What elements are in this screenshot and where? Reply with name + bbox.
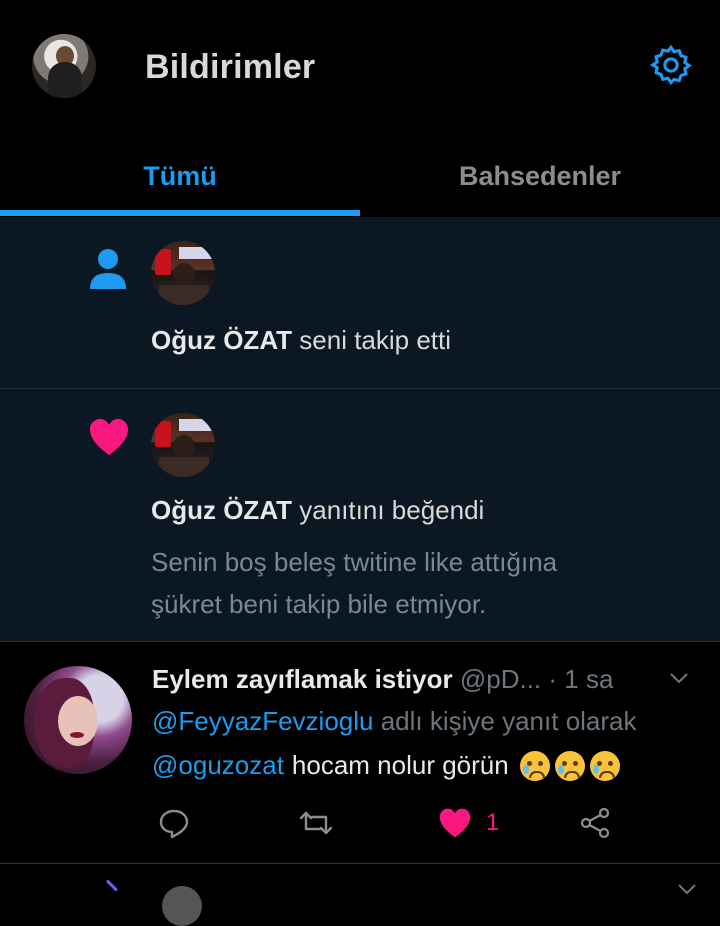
like-count: 1 xyxy=(486,809,500,836)
notification-like[interactable]: Oğuz ÖZAT yanıtını beğendi Senin boş bel… xyxy=(0,389,720,642)
reply-button[interactable] xyxy=(158,806,190,840)
notification-user-avatar[interactable] xyxy=(151,241,215,305)
liked-tweet-preview: Senin boş beleş twitine like attığına şü… xyxy=(151,541,671,625)
avatar-person xyxy=(173,263,195,285)
tweet-author-handle[interactable]: @pD... xyxy=(460,664,541,694)
tweet-time: · 1 sa xyxy=(548,664,614,694)
gear-icon[interactable] xyxy=(648,42,694,88)
tab-mentions[interactable]: Bahsedenler xyxy=(360,135,720,217)
notification-text: Oğuz ÖZAT yanıtını beğendi xyxy=(151,495,484,526)
notification-text: Oğuz ÖZAT seni takip etti xyxy=(151,325,451,356)
avatar-person xyxy=(173,435,195,457)
avatar-body xyxy=(48,62,82,98)
active-tab-indicator xyxy=(0,210,360,216)
avatar-flag xyxy=(155,249,171,275)
heart-filled-icon xyxy=(439,808,471,838)
tweet[interactable]: Eylem zayıflamak istiyor @pD... · 1 sa @… xyxy=(0,642,720,864)
reply-suffix: adlı kişiye yanıt olarak xyxy=(380,706,637,736)
next-item-avatar xyxy=(162,886,202,926)
top-app-bar: Bildirimler xyxy=(0,0,720,135)
notification-follow[interactable]: Oğuz ÖZAT seni takip etti xyxy=(0,217,720,389)
avatar-lips xyxy=(70,732,84,738)
heart-icon xyxy=(90,419,128,455)
tweet-author-name[interactable]: Eylem zayıflamak istiyor xyxy=(152,664,453,694)
avatar-banner xyxy=(179,247,215,259)
reply-context: @FeyyazFevzioglu adlı kişiye yanıt olara… xyxy=(152,706,637,737)
share-icon xyxy=(580,807,610,839)
person-icon xyxy=(90,249,126,289)
tab-all[interactable]: Tümü xyxy=(0,135,360,217)
avatar-face xyxy=(58,696,98,746)
tweet-header: Eylem zayıflamak istiyor @pD... · 1 sa xyxy=(152,664,613,695)
page-title: Bildirimler xyxy=(145,48,316,86)
notification-user-avatar[interactable] xyxy=(151,413,215,477)
notification-user-name[interactable]: Oğuz ÖZAT xyxy=(151,325,292,355)
tweet-author-avatar[interactable] xyxy=(24,666,132,774)
notification-action: yanıtını beğendi xyxy=(299,495,485,525)
avatar-flag xyxy=(155,421,171,447)
chevron-down-icon[interactable] xyxy=(668,670,690,686)
notification-user-name[interactable]: Oğuz ÖZAT xyxy=(151,495,292,525)
share-button[interactable] xyxy=(578,806,612,840)
avatar-desk xyxy=(159,457,209,477)
crying-face-icon xyxy=(554,750,585,781)
tweet-body-text: hocam nolur görün xyxy=(291,750,509,780)
tab-bar: Tümü Bahsedenler xyxy=(0,135,720,218)
next-item-peek xyxy=(0,864,720,926)
emoji-group xyxy=(515,750,620,781)
profile-avatar[interactable] xyxy=(32,34,96,98)
avatar-banner xyxy=(179,419,215,431)
like-button[interactable]: 1 xyxy=(438,806,499,840)
avatar-desk xyxy=(159,285,209,305)
preview-line-2: şükret beni takip bile etmiyor. xyxy=(151,589,487,619)
crying-face-icon xyxy=(519,750,550,781)
notification-action: seni takip etti xyxy=(299,325,452,355)
crying-face-icon xyxy=(589,750,620,781)
chevron-down-icon xyxy=(678,884,696,895)
retweet-icon xyxy=(299,811,333,835)
mention-link[interactable]: @oguzozat xyxy=(152,750,284,781)
retweet-button[interactable] xyxy=(298,806,334,840)
tweet-text: @oguzozat hocam nolur görün xyxy=(152,750,620,781)
preview-line-1: Senin boş beleş twitine like attığına xyxy=(151,547,558,577)
reply-icon xyxy=(159,809,189,839)
reply-to-link[interactable]: @FeyyazFevzioglu xyxy=(152,706,373,736)
